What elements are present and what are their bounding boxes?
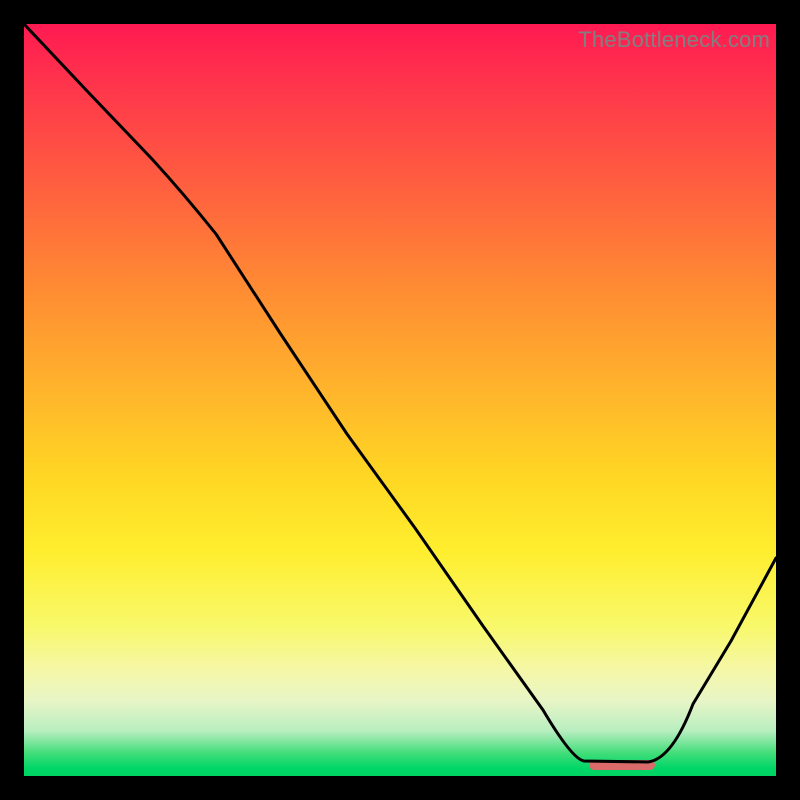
optimal-zone-marker (589, 760, 655, 770)
gradient-panel: TheBottleneck.com (24, 24, 776, 776)
chart-frame: TheBottleneck.com (0, 0, 800, 800)
watermark-text: TheBottleneck.com (578, 27, 770, 53)
bottleneck-curve (24, 24, 776, 776)
